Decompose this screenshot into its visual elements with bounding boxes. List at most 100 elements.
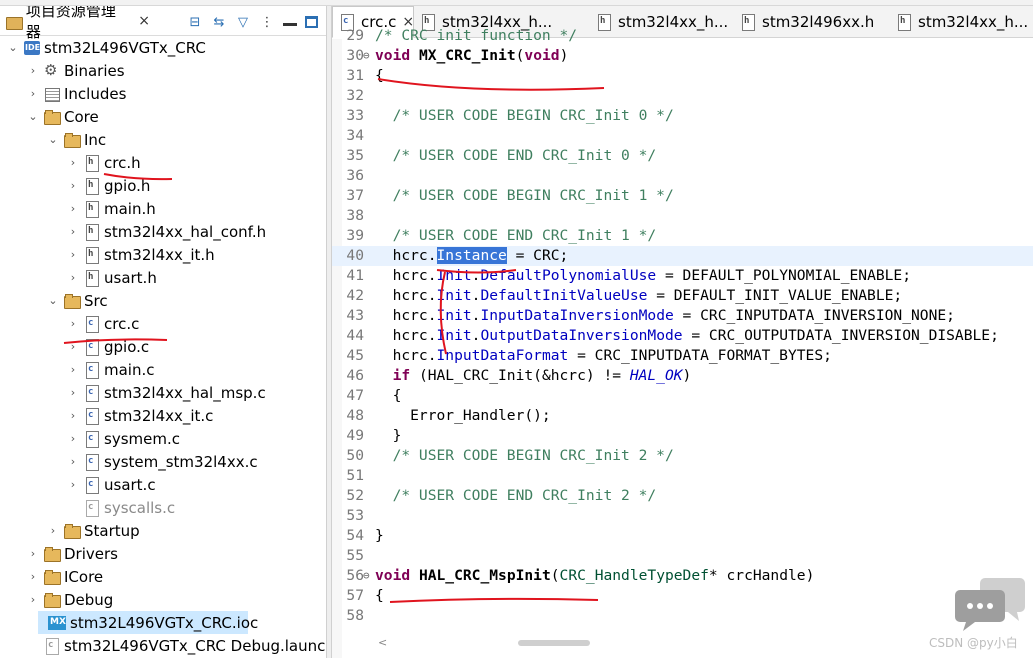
tree-item[interactable]: MX stm32L496VGTx_CRC.ioc: [38, 611, 258, 634]
chevron-right-icon[interactable]: ›: [66, 409, 80, 422]
code-line[interactable]: 33 /* USER CODE BEGIN CRC_Init 0 */: [332, 106, 1033, 126]
code-line[interactable]: 58: [332, 606, 1033, 626]
code-line[interactable]: 52 /* USER CODE END CRC_Init 2 */: [332, 486, 1033, 506]
chevron-right-icon[interactable]: ›: [66, 156, 80, 169]
tree-item[interactable]: › c stm32l4xx_it.c: [66, 404, 213, 427]
code-line[interactable]: 44 hcrc.Init.OutputDataInversionMode = C…: [332, 326, 1033, 346]
tree-item-label: gpio.h: [104, 176, 151, 195]
code-line[interactable]: 55: [332, 546, 1033, 566]
code-line[interactable]: 31 {: [332, 66, 1033, 86]
explorer-tab[interactable]: 项目资源管理器 ×: [0, 6, 150, 41]
code-line[interactable]: 39 /* USER CODE END CRC_Init 1 */: [332, 226, 1033, 246]
tree-item[interactable]: › h gpio.h: [66, 174, 150, 197]
scroll-left-icon[interactable]: <: [378, 636, 387, 649]
tree-item[interactable]: ⌄ Core: [26, 105, 98, 128]
code-line[interactable]: 30 ⊖ void MX_CRC_Init(void): [332, 46, 1033, 66]
tree-item[interactable]: c syscalls.c: [66, 496, 175, 519]
tree-item[interactable]: › c gpio.c: [66, 335, 149, 358]
tree-item[interactable]: › ICore: [26, 565, 103, 588]
selected-token: Instance: [436, 247, 507, 264]
tree-item[interactable]: › Startup: [46, 519, 140, 542]
chevron-right-icon[interactable]: ›: [66, 317, 80, 330]
chevron-right-icon[interactable]: ›: [66, 271, 80, 284]
code-line[interactable]: 56 ⊖ void HAL_CRC_MspInit(CRC_HandleTypeDe…: [332, 566, 1033, 586]
code-line[interactable]: 29 /* CRC init function */: [332, 26, 1033, 46]
chevron-right-icon[interactable]: ›: [66, 478, 80, 491]
tree-item[interactable]: › c sysmem.c: [66, 427, 180, 450]
tree-item[interactable]: › c usart.c: [66, 473, 156, 496]
close-icon[interactable]: ×: [138, 13, 150, 29]
tree-item[interactable]: › Includes: [26, 82, 127, 105]
chevron-right-icon[interactable]: ›: [66, 363, 80, 376]
tree-item[interactable]: › c system_stm32l4xx.c: [66, 450, 258, 473]
chevron-right-icon[interactable]: ›: [66, 248, 80, 261]
chevron-right-icon[interactable]: ›: [26, 593, 40, 606]
chevron-right-icon[interactable]: ›: [66, 179, 80, 192]
tree-item[interactable]: › h main.h: [66, 197, 156, 220]
tree-item[interactable]: › Binaries: [26, 59, 125, 82]
tree-item[interactable]: c stm32L496VGTx_CRC Debug.launch: [26, 634, 326, 657]
code-line[interactable]: 40 hcrc.Instance = CRC;: [332, 246, 1033, 266]
chevron-down-icon[interactable]: ⌄: [46, 133, 60, 146]
chevron-right-icon[interactable]: ›: [66, 432, 80, 445]
code-line[interactable]: 47 {: [332, 386, 1033, 406]
tree-item[interactable]: ⌄ IDE stm32L496VGTx_CRC: [6, 36, 206, 59]
chevron-right-icon[interactable]: ›: [66, 340, 80, 353]
chevron-right-icon[interactable]: ›: [26, 547, 40, 560]
tree-item[interactable]: › c stm32l4xx_hal_msp.c: [66, 381, 266, 404]
chevron-right-icon[interactable]: ›: [66, 386, 80, 399]
filter-icon[interactable]: ▽: [235, 14, 251, 30]
code-line[interactable]: 45 hcrc.InputDataFormat = CRC_INPUTDATA_…: [332, 346, 1033, 366]
tree-item[interactable]: › h usart.h: [66, 266, 157, 289]
chevron-right-icon[interactable]: ›: [66, 455, 80, 468]
tree-item[interactable]: ⌄ Inc: [46, 128, 106, 151]
code-line[interactable]: 38: [332, 206, 1033, 226]
tree-item[interactable]: › h crc.h: [66, 151, 141, 174]
chevron-right-icon[interactable]: ›: [26, 64, 40, 77]
line-number: 31: [346, 67, 364, 84]
chevron-down-icon[interactable]: ⌄: [26, 110, 40, 123]
tree-item[interactable]: › Drivers: [26, 542, 118, 565]
code-line[interactable]: 41 hcrc.Init.DefaultPolynomialUse = DEFA…: [332, 266, 1033, 286]
tree-item[interactable]: › h stm32l4xx_hal_conf.h: [66, 220, 266, 243]
chevron-right-icon[interactable]: ›: [26, 87, 40, 100]
chevron-down-icon[interactable]: ⌄: [6, 41, 20, 54]
chevron-down-icon[interactable]: ⌄: [46, 294, 60, 307]
fold-toggle-icon[interactable]: ⊖: [363, 566, 373, 586]
tree-item[interactable]: › c main.c: [66, 358, 155, 381]
chevron-right-icon[interactable]: ›: [26, 570, 40, 583]
maximize-icon[interactable]: [305, 16, 318, 28]
tree-item[interactable]: ⌄ Src: [46, 289, 107, 312]
link-with-editor-icon[interactable]: ⇆: [211, 14, 227, 30]
tree-item[interactable]: › c crc.c: [66, 312, 139, 335]
code-line[interactable]: 32: [332, 86, 1033, 106]
code-line[interactable]: 50 /* USER CODE BEGIN CRC_Init 2 */: [332, 446, 1033, 466]
code-line[interactable]: 42 hcrc.Init.DefaultInitValueUse = DEFAU…: [332, 286, 1033, 306]
minimize-icon[interactable]: [283, 22, 297, 26]
horizontal-scrollbar[interactable]: <: [372, 636, 1022, 650]
fold-toggle-icon[interactable]: ⊖: [363, 46, 373, 66]
chevron-right-icon[interactable]: ›: [66, 202, 80, 215]
chevron-right-icon[interactable]: ›: [66, 225, 80, 238]
tree-item[interactable]: › h stm32l4xx_it.h: [66, 243, 215, 266]
collapse-all-icon[interactable]: ⊟: [187, 14, 203, 30]
tree-item[interactable]: › Debug: [26, 588, 114, 611]
chevron-right-icon[interactable]: ›: [46, 524, 60, 537]
code-line[interactable]: 53: [332, 506, 1033, 526]
code-area[interactable]: 29/* CRC init function */30 ⊖ void MX_CRC_…: [332, 27, 1033, 658]
code-line[interactable]: 35 /* USER CODE END CRC_Init 0 */: [332, 146, 1033, 166]
code-line[interactable]: 48 Error_Handler();: [332, 406, 1033, 426]
code-line[interactable]: 46 if (HAL_CRC_Init(&hcrc) != HAL_OK): [332, 366, 1033, 386]
code-line[interactable]: 43 hcrc.Init.InputDataInversionMode = CR…: [332, 306, 1033, 326]
code-line[interactable]: 54}: [332, 526, 1033, 546]
scrollbar-thumb[interactable]: [518, 640, 590, 646]
code-line[interactable]: 36: [332, 166, 1033, 186]
code-line[interactable]: 51: [332, 466, 1033, 486]
view-menu-icon[interactable]: ⋮: [259, 14, 275, 30]
code-line[interactable]: 49 }: [332, 426, 1033, 446]
code-line[interactable]: 34: [332, 126, 1033, 146]
code-line[interactable]: 57 {: [332, 586, 1033, 606]
code-line[interactable]: 37 /* USER CODE BEGIN CRC_Init 1 */: [332, 186, 1033, 206]
